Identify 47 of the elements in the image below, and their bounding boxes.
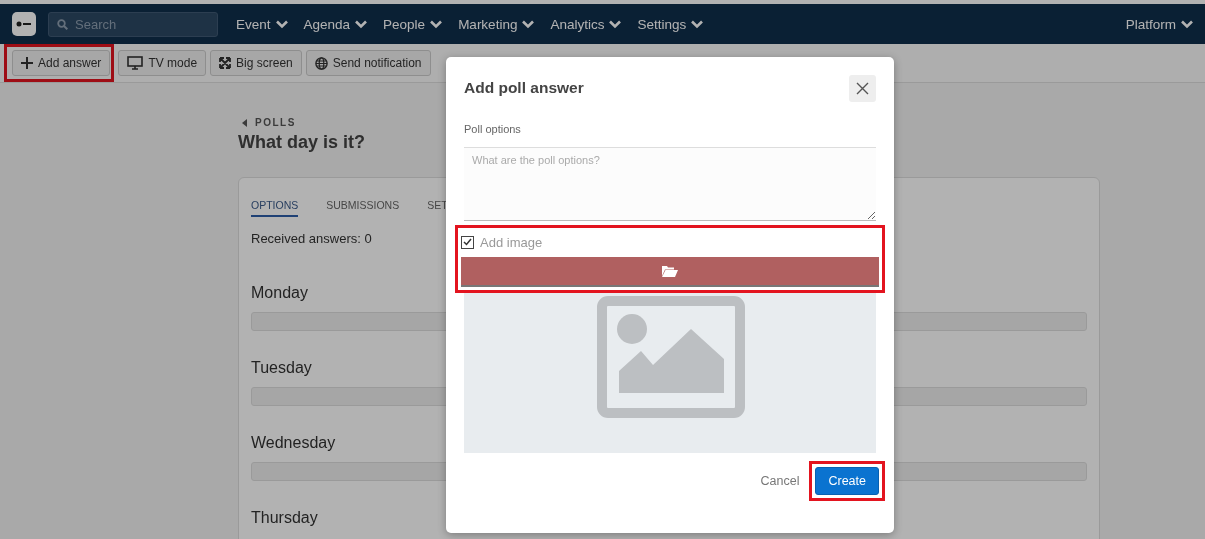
nav-menu[interactable]: Agenda bbox=[303, 16, 368, 32]
option-name: Monday bbox=[251, 284, 309, 302]
received-count: Received answers: 0 bbox=[251, 231, 372, 246]
checkbox[interactable] bbox=[461, 235, 474, 249]
cancel-button[interactable]: Cancel bbox=[754, 473, 806, 489]
close-icon bbox=[856, 81, 869, 95]
option-name: Wednesday bbox=[251, 434, 337, 452]
search-icon bbox=[57, 18, 68, 30]
poll-options-field[interactable]: What are the poll options? bbox=[464, 147, 876, 221]
nav-menu[interactable]: Marketing bbox=[458, 16, 535, 32]
search-field[interactable]: Search bbox=[48, 11, 218, 37]
nav-menu[interactable]: Analytics bbox=[550, 16, 622, 32]
chevron-down-icon bbox=[275, 19, 288, 29]
close-button[interactable] bbox=[849, 74, 876, 102]
toolbar-button[interactable]: Big screen bbox=[210, 50, 302, 76]
nav-menu[interactable]: Settings bbox=[637, 16, 704, 32]
caret-left-icon bbox=[242, 118, 247, 127]
breadcrumb-link[interactable]: POLLS bbox=[255, 117, 296, 128]
chevron-down-icon bbox=[430, 19, 443, 29]
tab[interactable]: SET bbox=[427, 198, 448, 217]
expand-icon bbox=[219, 57, 232, 69]
checkbox-label: Add image bbox=[480, 234, 543, 250]
option-name: Thursday bbox=[251, 509, 319, 527]
dialog-title: Add poll answer bbox=[464, 79, 584, 97]
option-name: Tuesday bbox=[251, 359, 313, 377]
toolbar-button[interactable]: Add answer bbox=[12, 50, 111, 76]
nav-menu[interactable]: Event bbox=[236, 16, 288, 32]
field-label: Poll options bbox=[464, 123, 522, 135]
logo[interactable] bbox=[12, 12, 36, 36]
globe-icon bbox=[314, 56, 328, 70]
toolbar-button[interactable]: TV mode bbox=[118, 50, 207, 76]
chevron-down-icon bbox=[1181, 19, 1193, 29]
chevron-down-icon bbox=[522, 19, 535, 29]
tab[interactable]: SUBMISSIONS bbox=[326, 198, 400, 217]
tab[interactable]: OPTIONS bbox=[251, 198, 299, 217]
plus-icon bbox=[21, 57, 33, 69]
monitor-icon bbox=[127, 56, 144, 70]
nav-menu[interactable]: People bbox=[383, 16, 443, 32]
folder-icon bbox=[662, 265, 678, 277]
chevron-down-icon bbox=[609, 19, 622, 29]
platform-menu[interactable]: Platform bbox=[1125, 16, 1193, 32]
create-button[interactable]: Create bbox=[815, 467, 879, 495]
toolbar-button[interactable]: Send notification bbox=[305, 50, 431, 76]
image-placeholder-icon bbox=[464, 293, 876, 453]
page-title: What day is it? bbox=[238, 132, 366, 153]
chevron-down-icon bbox=[355, 19, 368, 29]
chevron-down-icon bbox=[691, 19, 704, 29]
